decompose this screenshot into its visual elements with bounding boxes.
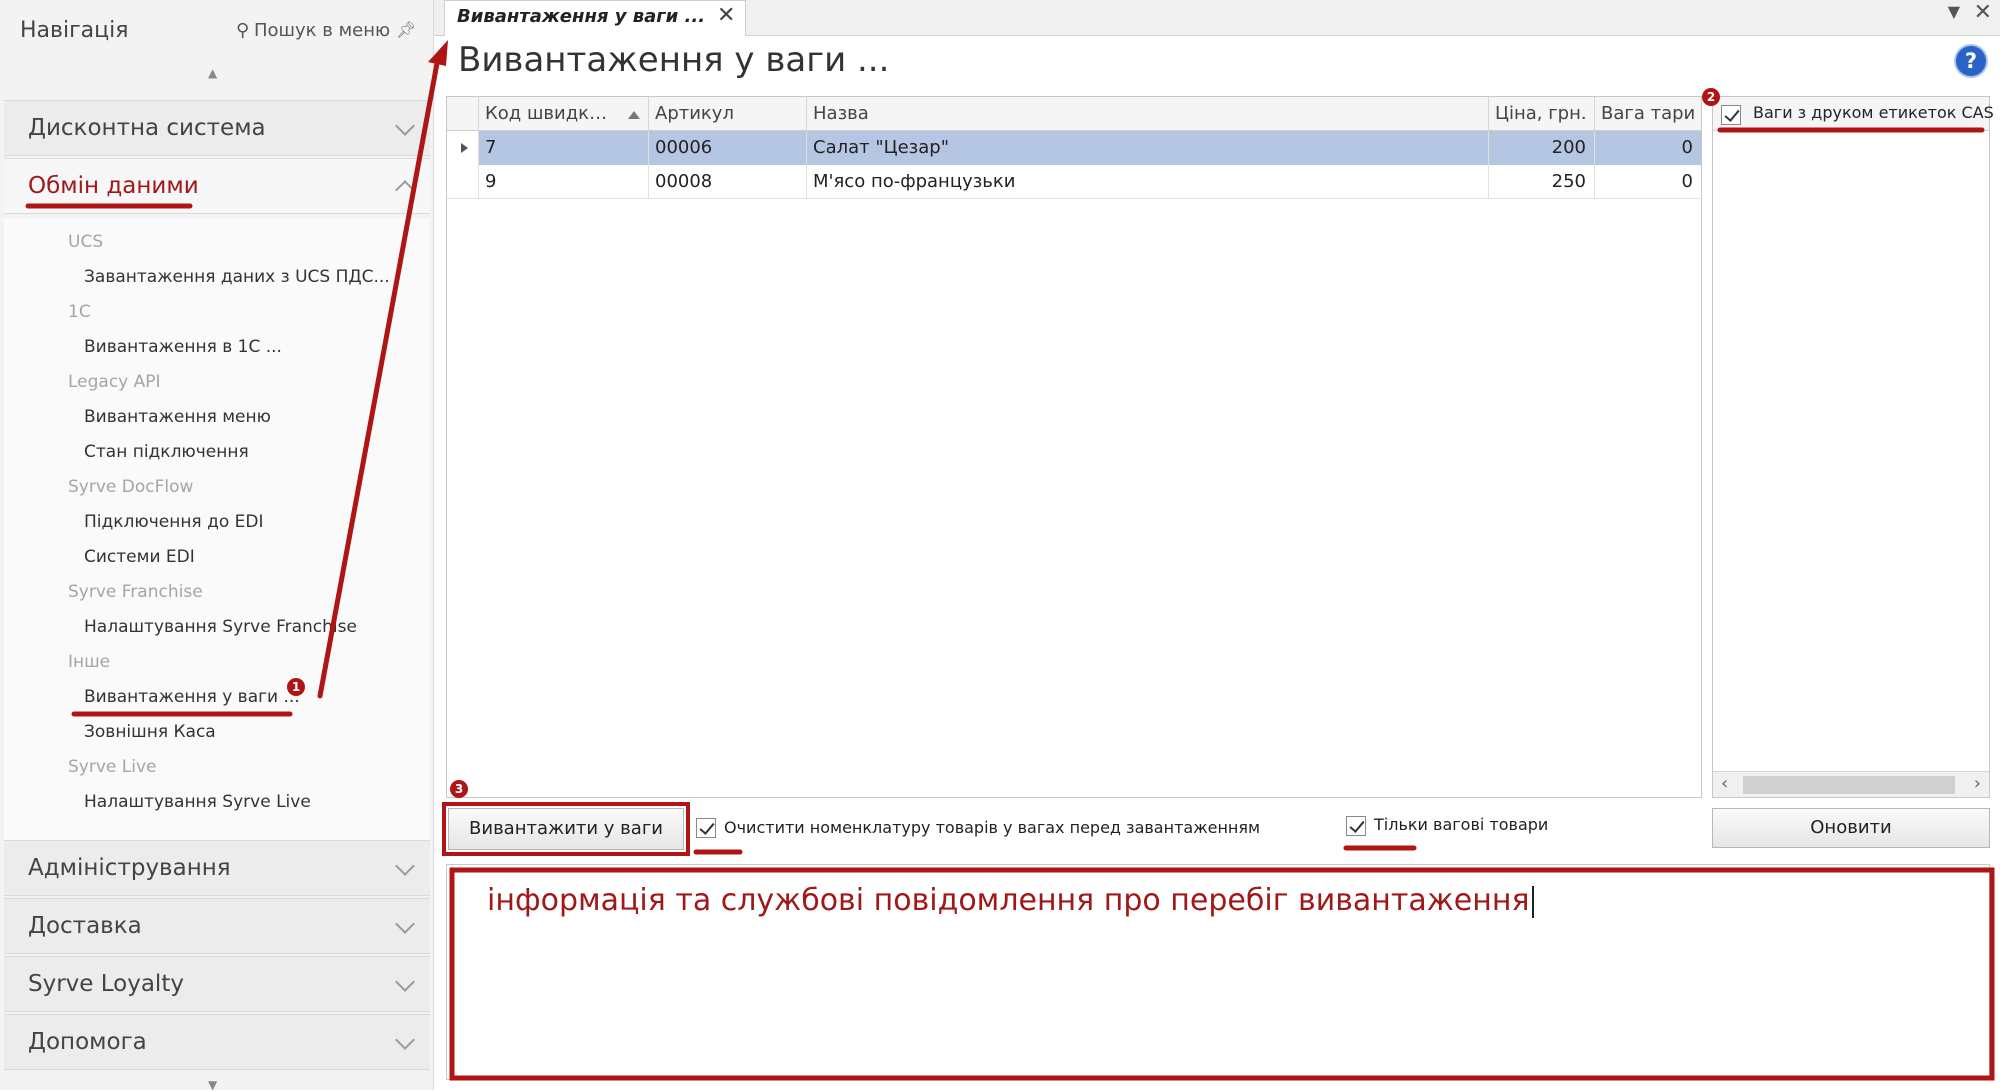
scroll-right-icon[interactable]: › (1974, 773, 1981, 794)
nav-item[interactable]: Вивантаження у ваги ... (84, 687, 300, 707)
nav-group-label: 1С (68, 302, 91, 322)
scales-cas-checkbox[interactable] (1721, 105, 1741, 125)
nav-group-label: Syrve Live (68, 757, 157, 777)
chevron-down-icon (395, 972, 415, 992)
grid-row-indicator-header (447, 97, 479, 131)
nav-section-label: Допомога (28, 1029, 147, 1055)
scrollbar-thumb[interactable] (1743, 776, 1955, 794)
nav-group-label: Syrve Franchise (68, 582, 203, 602)
cell-tare[interactable]: 0 (1595, 165, 1701, 199)
cell-price[interactable]: 200 (1489, 131, 1595, 165)
nav-section-discount[interactable]: Дисконтна система (4, 100, 430, 156)
annotation-badge-1: 1 (287, 678, 305, 696)
nav-group-label: UCS (68, 232, 104, 252)
clear-nomenclature-label: Очистити номенклатуру товарів у вагах пе… (724, 818, 1261, 837)
export-log-message: інформація та службові повідомлення про … (487, 883, 1530, 918)
navigation-title: Навігація (20, 18, 129, 43)
refresh-button[interactable]: Оновити (1712, 808, 1990, 848)
close-all-tabs-icon[interactable]: ✕ (1974, 0, 1992, 25)
nav-item[interactable]: Вивантаження в 1С ... (84, 337, 282, 357)
tab-export-to-scales[interactable]: Вивантаження у ваги ... ✕ (444, 0, 746, 36)
nav-section-data-exchange[interactable]: Обмін даними (4, 158, 430, 214)
nav-section-label: Обмін даними (28, 173, 199, 199)
export-log-text: інформація та службові повідомлення про … (487, 883, 1534, 918)
nav-group-label: Legacy API (68, 372, 161, 392)
cell-tare[interactable]: 0 (1595, 131, 1701, 165)
nav-group-label: Інше (68, 652, 111, 672)
export-to-scales-button[interactable]: Вивантажити у ваги (448, 808, 684, 850)
data-exchange-items: UCS Завантаження даних з UCS ПДС... 1С Вива… (4, 218, 430, 840)
navigation-header: Навігація ⚲ Пошук в меню 📌︎ (0, 0, 434, 64)
grid-header: Код швидкого набору Артикул Назва Ціна, … (447, 97, 1701, 131)
cell-article[interactable]: 00006 (649, 131, 807, 165)
scales-list-panel[interactable]: Ваги з друком етикеток CAS ‹ › (1712, 96, 1994, 798)
nav-section-label: Дисконтна система (28, 115, 266, 141)
weight-only-label: Тільки вагові товари (1374, 815, 1549, 834)
nav-section-label: Syrve Loyalty (28, 971, 184, 997)
nav-item[interactable]: Завантаження даних з UCS ПДС... (84, 267, 390, 287)
chevron-down-icon (395, 116, 415, 136)
nav-scroll-up-arrow[interactable]: ▲ (208, 66, 217, 80)
close-icon[interactable]: ✕ (717, 3, 735, 28)
export-log-area[interactable]: інформація та службові повідомлення про … (446, 864, 1990, 1080)
nav-item[interactable]: Системи EDI (84, 547, 195, 567)
sort-ascending-icon (628, 111, 640, 119)
horizontal-scrollbar[interactable]: ‹ › (1713, 771, 1989, 797)
scroll-left-icon[interactable]: ‹ (1721, 773, 1728, 794)
nav-section-loyalty[interactable]: Syrve Loyalty (4, 956, 430, 1012)
column-header-name[interactable]: Назва (807, 97, 1489, 131)
chevron-down-icon (395, 914, 415, 934)
text-caret (1531, 885, 1534, 918)
nav-section-help[interactable]: Допомога (4, 1014, 430, 1070)
pin-icon[interactable]: 📌︎ (396, 20, 416, 39)
scales-list-header: Ваги з друком етикеток CAS (1713, 97, 1994, 131)
column-header-tare[interactable]: Вага тари (1595, 97, 1701, 131)
search-icon: ⚲ (236, 20, 250, 41)
cell-article[interactable]: 00008 (649, 165, 807, 199)
nav-section-delivery[interactable]: Доставка (4, 898, 430, 954)
tab-bar: Вивантаження у ваги ... ✕ ▼ ✕ (434, 0, 2000, 36)
cell-name[interactable]: М'ясо по-французьки (807, 165, 1489, 199)
page-title: Вивантаження у ваги ... (458, 40, 890, 80)
nav-section-label: Адміністрування (28, 855, 231, 881)
products-grid[interactable]: Код швидкого набору Артикул Назва Ціна, … (446, 96, 1702, 798)
menu-search-button[interactable]: ⚲ Пошук в меню (236, 20, 390, 41)
nav-item[interactable]: Налаштування Syrve Live (84, 792, 311, 812)
column-header-code[interactable]: Код швидкого набору (479, 97, 649, 131)
cell-code[interactable]: 7 (479, 131, 649, 165)
column-header-price[interactable]: Ціна, грн. (1489, 97, 1595, 131)
clear-nomenclature-checkbox[interactable] (696, 818, 716, 838)
cell-name[interactable]: Салат "Цезар" (807, 131, 1489, 165)
table-row[interactable]: 7 00006 Салат "Цезар" 200 0 (447, 131, 1701, 165)
current-row-arrow-icon (461, 143, 468, 153)
table-row[interactable]: 9 00008 М'ясо по-французьки 250 0 (447, 165, 1701, 199)
tab-label: Вивантаження у ваги ... (457, 6, 706, 27)
annotation-badge-3: 3 (450, 780, 468, 798)
nav-item[interactable]: Вивантаження меню (84, 407, 271, 427)
chevron-up-icon (395, 180, 415, 200)
nav-item[interactable]: Стан підключення (84, 442, 249, 462)
column-header-label: Код швидкого набору (485, 103, 649, 124)
nav-group-label: Syrve DocFlow (68, 477, 194, 497)
weight-only-checkbox[interactable] (1346, 816, 1366, 836)
chevron-down-icon (395, 1030, 415, 1050)
nav-section-administration[interactable]: Адміністрування (4, 840, 430, 896)
nav-item[interactable]: Зовнішня Каса (84, 722, 216, 742)
scales-cas-label: Ваги з друком етикеток CAS (1753, 103, 1994, 122)
nav-section-label: Доставка (28, 913, 142, 939)
cell-price[interactable]: 250 (1489, 165, 1595, 199)
nav-item[interactable]: Підключення до EDI (84, 512, 263, 532)
row-indicator (447, 165, 479, 199)
menu-search-label: Пошук в меню (254, 20, 391, 41)
tab-list-dropdown-icon[interactable]: ▼ (1948, 2, 1960, 21)
navigation-panel: Навігація ⚲ Пошук в меню 📌︎ ▲ Дисконтна с… (0, 0, 434, 1092)
row-indicator (447, 131, 479, 165)
chevron-down-icon (395, 856, 415, 876)
help-icon[interactable]: ? (1956, 46, 1986, 76)
annotation-badge-2: 2 (1702, 88, 1720, 106)
nav-item[interactable]: Налаштування Syrve Franchise (84, 617, 357, 637)
cell-code[interactable]: 9 (479, 165, 649, 199)
column-header-article[interactable]: Артикул (649, 97, 807, 131)
